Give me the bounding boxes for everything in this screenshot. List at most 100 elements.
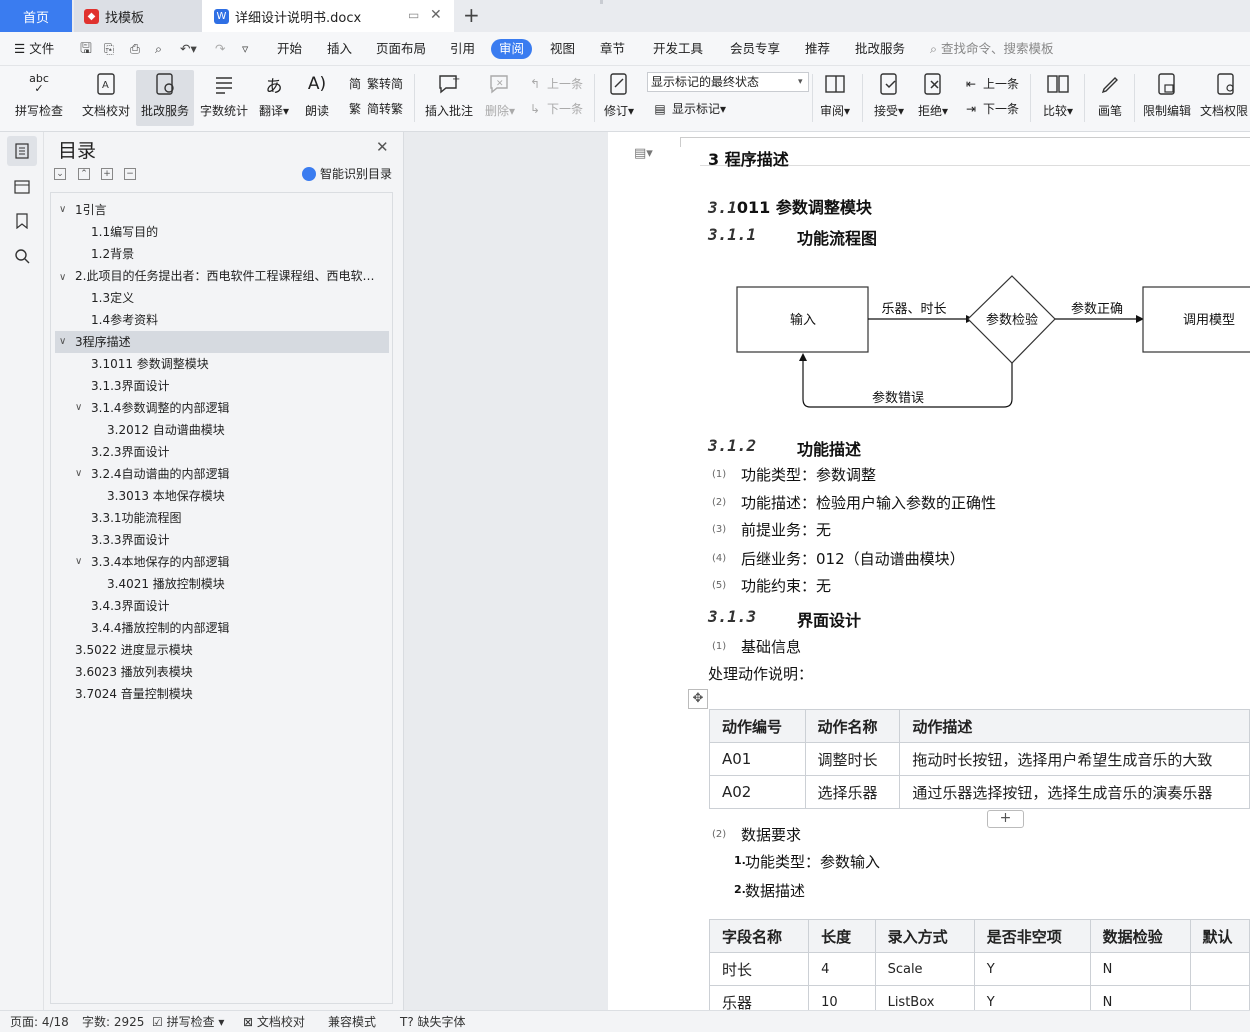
toc-item[interactable]: ∨ 3.3.4本地保存的内部逻辑 (75, 551, 230, 573)
add-row-button[interactable]: + (987, 810, 1024, 828)
toc-item[interactable]: ∨ 3.2.4自动谱曲的内部逻辑 (75, 463, 230, 485)
next-change-button[interactable]: ⇥ 下一条 (962, 98, 1019, 120)
tab-close-icon[interactable]: ✕ (430, 7, 442, 23)
toc-item[interactable]: 3.4.4播放控制的内部逻辑 (91, 617, 230, 639)
insert-comment-button[interactable]: + 插入批注 (422, 70, 476, 126)
toc-item[interactable]: 3.6023 播放列表模块 (75, 661, 193, 683)
toc-item[interactable]: 3.2.3界面设计 (91, 441, 170, 463)
read-aloud-button[interactable]: A) 朗读 (300, 70, 334, 126)
delete-comment-button[interactable]: ✕ 删除▾ (480, 70, 520, 126)
toc-item[interactable]: 3.3.1功能流程图 (91, 507, 182, 529)
page-indicator[interactable]: 页面: 4/18 (10, 1011, 69, 1033)
undo-icon[interactable]: ↶▾ (180, 32, 197, 66)
proofread-button[interactable]: A 文档校对 (78, 70, 134, 126)
search-icon[interactable] (7, 241, 37, 271)
toc-item[interactable]: 3.4.3界面设计 (91, 595, 170, 617)
word-count[interactable]: 字数: 2925 (82, 1011, 144, 1033)
menu-insert[interactable]: 插入 (327, 32, 352, 66)
toc-item[interactable]: 2.此项目的任务提出者：西电软件工程课程组、西电软… (75, 265, 385, 287)
menu-chapter[interactable]: 章节 (600, 32, 625, 66)
new-tab-icon[interactable]: + (463, 3, 480, 27)
chapter-nav-icon[interactable] (7, 171, 37, 201)
markup-state-select[interactable]: 显示标记的最终状态 ▾ (647, 72, 809, 92)
toc-item[interactable]: 1.1编写目的 (91, 221, 158, 243)
toc-item[interactable]: 3.2012 自动谱曲模块 (107, 419, 225, 441)
paragraph-options-icon[interactable]: ▤▾ (634, 146, 653, 161)
revise-button[interactable]: 修订▾ (600, 70, 638, 126)
export-icon[interactable]: ⎘ (104, 32, 114, 66)
menu-correction[interactable]: 批改服务 (855, 32, 905, 66)
table-header-cell: 数据检验 (1089, 919, 1191, 953)
spellcheck-status[interactable]: ☑ 拼写检查 ▾ (152, 1011, 224, 1033)
toc-item[interactable]: 1.4参考资料 (91, 309, 158, 331)
toc-item[interactable]: 1.2背景 (91, 243, 134, 265)
menu-developer[interactable]: 开发工具 (653, 32, 703, 66)
remove-level-icon[interactable]: − (124, 168, 136, 180)
preview-icon[interactable]: ⌕ (155, 32, 162, 66)
spellcheck-button[interactable]: abc ✓ 拼写检查 (8, 70, 70, 126)
compare-button[interactable]: 比较▾ (1038, 70, 1078, 126)
toc-item[interactable]: 3.3013 本地保存模块 (107, 485, 225, 507)
prev-change-button[interactable]: ⇤ 上一条 (962, 73, 1019, 95)
menu-reference[interactable]: 引用 (450, 32, 475, 66)
toc-item[interactable]: 3.3.3界面设计 (91, 529, 170, 551)
accept-button[interactable]: 接受▾ (870, 70, 908, 126)
toc-item[interactable]: ∨ 3.1.4参数调整的内部逻辑 (75, 397, 230, 419)
correction-service-button[interactable]: 批改服务 (136, 70, 194, 126)
close-icon[interactable]: ✕ (376, 138, 389, 156)
toc-item[interactable]: 3.1.3界面设计 (91, 375, 170, 397)
print-icon[interactable]: ⎙ (130, 32, 140, 66)
menu-review[interactable]: 审阅 (491, 39, 533, 59)
show-markup-button[interactable]: ▤ 显示标记 ▾ (651, 98, 726, 120)
compat-mode[interactable]: 兼容模式 (328, 1011, 376, 1033)
toc-item[interactable]: 3.4021 播放控制模块 (107, 573, 225, 595)
doc-permission-button[interactable]: 文档权限 (1200, 70, 1250, 126)
toc-panel-icon[interactable] (7, 136, 37, 166)
menu-start[interactable]: 开始 (277, 32, 302, 66)
missing-font[interactable]: T? 缺失字体 (400, 1011, 466, 1033)
trad-to-simp-label: 繁转简 (367, 77, 404, 91)
redo-icon[interactable]: ↷ (215, 32, 225, 66)
menu-layout[interactable]: 页面布局 (376, 32, 426, 66)
chevron-down-icon[interactable]: ∨ (59, 199, 66, 221)
toc-item[interactable]: ∨ 1引言 (59, 199, 107, 221)
pen-button[interactable]: 画笔 (1092, 70, 1128, 126)
smart-toc-button[interactable]: 智能识别目录 (302, 165, 392, 182)
tab-home[interactable]: 首页 (0, 0, 72, 32)
collapse-all-icon[interactable]: ⌄ (54, 168, 66, 180)
chevron-down-icon[interactable]: ∨ (75, 551, 82, 573)
window-icon[interactable]: ▭ (408, 8, 419, 22)
reject-button[interactable]: 拒绝▾ (914, 70, 952, 126)
tab-document[interactable]: W 详细设计说明书.docx ▭ ✕ (202, 0, 454, 32)
save-icon[interactable]: 🖫 (80, 32, 92, 66)
toc-item[interactable]: 3.5022 进度显示模块 (75, 639, 193, 661)
simp-to-trad-button[interactable]: 繁简转繁 (346, 98, 403, 120)
chevron-down-icon[interactable]: ∨ (59, 331, 66, 353)
prev-comment-button[interactable]: ↰ 上一条 (526, 73, 583, 95)
review-pane-button[interactable]: 审阅▾ (816, 70, 854, 126)
file-menu[interactable]: ☰ 文件 (14, 32, 54, 66)
chevron-down-icon[interactable]: ∨ (75, 397, 82, 419)
trad-to-simp-button[interactable]: 简繁转简 (346, 73, 403, 95)
command-search[interactable]: ⌕ 查找命令、搜索模板 (930, 32, 1054, 66)
restrict-edit-button[interactable]: 限制编辑 (1140, 70, 1194, 126)
expand-all-icon[interactable]: ⌃ (78, 168, 90, 180)
menu-member[interactable]: 会员专享 (730, 32, 780, 66)
chevron-down-icon[interactable]: ∨ (59, 265, 66, 287)
chevron-down-icon[interactable]: ∨ (75, 463, 82, 485)
proofread-status[interactable]: ⊠ 文档校对 (243, 1011, 305, 1033)
toc-item[interactable]: 3.1011 参数调整模块 (91, 353, 209, 375)
menu-view[interactable]: 视图 (550, 32, 575, 66)
toc-item[interactable]: 3.7024 音量控制模块 (75, 683, 193, 705)
toc-item[interactable]: 1.3定义 (91, 287, 134, 309)
tab-template[interactable]: ◆ 找模板 (74, 0, 202, 32)
next-comment-button[interactable]: ↳ 下一条 (526, 98, 583, 120)
bookmark-icon[interactable] (7, 206, 37, 236)
quick-access-more-icon[interactable]: ▿ (242, 32, 248, 66)
toc-item-selected[interactable]: ∨ 3程序描述 (55, 331, 389, 353)
menu-recommend[interactable]: 推荐 (805, 32, 830, 66)
add-level-icon[interactable]: + (101, 168, 113, 180)
table-move-handle-icon[interactable]: ✥ (688, 689, 708, 709)
translate-button[interactable]: あ 翻译▾ (256, 70, 292, 126)
wordcount-button[interactable]: 字数统计 (198, 70, 250, 126)
